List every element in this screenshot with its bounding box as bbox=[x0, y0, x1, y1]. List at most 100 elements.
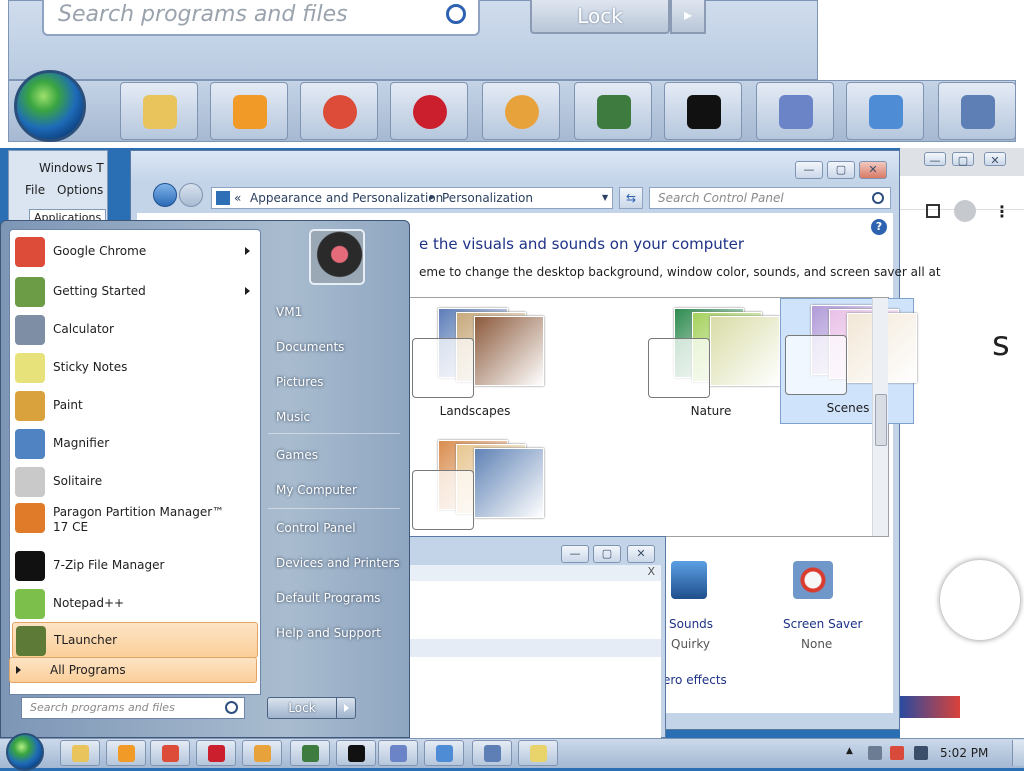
user-avatar[interactable] bbox=[309, 229, 365, 285]
program-item[interactable]: Paragon Partition Manager™ 17 CE bbox=[12, 500, 258, 536]
start-link-item[interactable]: Help and Support bbox=[268, 619, 404, 647]
start-link-item[interactable]: Music bbox=[268, 403, 404, 431]
taskbar-app-button[interactable] bbox=[196, 740, 236, 766]
taskbar-app-button[interactable] bbox=[150, 740, 190, 766]
aero-effects-link[interactable]: ero effects bbox=[663, 673, 727, 687]
scrollbar-thumb[interactable] bbox=[875, 394, 887, 446]
breadcrumb-personalization[interactable]: Personalization bbox=[442, 191, 533, 205]
paragon-icon bbox=[15, 503, 45, 533]
sounds-icon[interactable] bbox=[671, 561, 707, 599]
control-panel-search-input[interactable]: Search Control Panel bbox=[649, 187, 891, 209]
shutdown-options-button[interactable] bbox=[336, 697, 356, 719]
show-desktop-button[interactable] bbox=[1012, 740, 1024, 766]
program-item[interactable]: Google Chrome bbox=[12, 234, 258, 270]
control-panel-icon bbox=[436, 745, 453, 762]
program-list: Google Chrome Getting Started Calculator St… bbox=[9, 229, 261, 695]
start-search-input[interactable]: Search programs and files bbox=[21, 697, 245, 719]
chrome-menu-icon[interactable]: ⋮ bbox=[994, 202, 1010, 221]
chrome-sidepanel-icon[interactable] bbox=[926, 204, 940, 218]
program-item[interactable]: Getting Started bbox=[12, 274, 258, 310]
address-bar[interactable]: « Appearance and Personalization ▸ Perso… bbox=[211, 187, 613, 209]
menu-options[interactable]: Options bbox=[57, 183, 103, 197]
program-item[interactable]: Sticky Notes bbox=[12, 350, 258, 386]
start-link-label: Music bbox=[276, 410, 311, 424]
action-center-icon[interactable] bbox=[890, 746, 904, 760]
program-item[interactable]: TLauncher bbox=[12, 622, 258, 658]
theme-scenes[interactable]: Scenes bbox=[780, 298, 917, 424]
volume-icon[interactable] bbox=[914, 746, 928, 760]
help-icon[interactable]: ? bbox=[871, 219, 887, 235]
breadcrumb-appearance[interactable]: Appearance and Personalization bbox=[250, 191, 443, 205]
chrome-minimize-button[interactable]: — bbox=[924, 152, 946, 167]
start-link-item[interactable]: VM1 bbox=[268, 298, 404, 326]
start-link-item[interactable]: My Computer bbox=[268, 476, 404, 504]
chrome-window[interactable]: — ▢ ✕ ⋮ s bbox=[900, 148, 1024, 738]
program-item[interactable]: Paint bbox=[12, 388, 258, 424]
cp-close-button[interactable]: ✕ bbox=[859, 161, 887, 179]
menu-file[interactable]: File bbox=[25, 183, 45, 197]
theme-scrollbar[interactable] bbox=[872, 298, 888, 536]
start-link-item[interactable]: Documents bbox=[268, 333, 404, 361]
small-minimize-button[interactable]: — bbox=[561, 545, 589, 563]
media-player-icon bbox=[233, 95, 267, 129]
taskbar-app-button[interactable] bbox=[424, 740, 464, 766]
program-item[interactable]: Notepad++ bbox=[12, 586, 258, 622]
taskbar-app-button[interactable] bbox=[60, 740, 100, 766]
program-label: TLauncher bbox=[54, 633, 118, 647]
taskbar-app-button[interactable] bbox=[290, 740, 330, 766]
control-panel-icon bbox=[216, 191, 230, 205]
back-button[interactable] bbox=[153, 183, 177, 207]
search-icon[interactable] bbox=[225, 701, 238, 714]
refresh-icon[interactable]: ⇆ bbox=[619, 187, 643, 209]
show-hidden-icons-icon[interactable]: ▲ bbox=[846, 746, 853, 756]
small-maximize-button[interactable]: ▢ bbox=[593, 545, 621, 563]
task-manager-window[interactable]: Windows T File Options Applications bbox=[8, 150, 108, 230]
taskbar-app-button[interactable] bbox=[378, 740, 418, 766]
info-close-icon[interactable]: X bbox=[647, 565, 655, 578]
screen-saver-icon[interactable] bbox=[793, 561, 833, 599]
cp-search-placeholder: Search Control Panel bbox=[658, 191, 784, 205]
sounds-link[interactable]: Sounds bbox=[669, 617, 713, 631]
search-icon[interactable] bbox=[872, 192, 884, 204]
chevron-right-icon[interactable] bbox=[245, 287, 250, 295]
menu-separator bbox=[268, 508, 400, 509]
cp-minimize-button[interactable]: — bbox=[795, 161, 823, 179]
chevron-right-icon[interactable] bbox=[245, 247, 250, 255]
network-icon[interactable] bbox=[868, 746, 882, 760]
start-orb-button[interactable] bbox=[6, 733, 44, 771]
small-close-button[interactable]: ✕ bbox=[627, 545, 655, 563]
all-programs-button[interactable]: All Programs bbox=[9, 657, 257, 683]
cp-maximize-button[interactable]: ▢ bbox=[827, 161, 855, 179]
taskbar-clock[interactable]: 5:02 PM bbox=[940, 746, 988, 760]
chrome-close-button[interactable]: ✕ bbox=[984, 152, 1006, 167]
zoom-opera-button bbox=[390, 82, 468, 140]
program-item[interactable]: 7-Zip File Manager bbox=[12, 548, 258, 584]
taskbar-app-button[interactable] bbox=[106, 740, 146, 766]
start-link-item[interactable]: Games bbox=[268, 441, 404, 469]
theme-landscapes[interactable]: Landscapes bbox=[408, 302, 544, 428]
program-item[interactable]: Calculator bbox=[12, 312, 258, 348]
program-item[interactable]: Magnifier bbox=[12, 426, 258, 462]
start-link-item[interactable]: Control Panel bbox=[268, 514, 404, 542]
taskbar-app-button[interactable] bbox=[242, 740, 282, 766]
chrome-fab[interactable] bbox=[940, 560, 1020, 640]
taskbar-app-button[interactable] bbox=[336, 740, 376, 766]
zoom-search-placeholder: Search programs and files bbox=[58, 2, 348, 27]
forward-button[interactable] bbox=[179, 183, 203, 207]
lock-button[interactable]: Lock bbox=[267, 697, 337, 719]
breadcrumb-overflow[interactable]: « bbox=[234, 191, 241, 205]
breadcrumb-separator[interactable]: ▸ bbox=[430, 192, 435, 203]
secondary-window[interactable]: — ▢ ✕ X bbox=[400, 536, 666, 739]
start-link-item[interactable]: Pictures bbox=[268, 368, 404, 396]
chrome-maximize-button[interactable]: ▢ bbox=[952, 152, 974, 167]
program-item[interactable]: Solitaire bbox=[12, 464, 258, 500]
start-link-item[interactable]: Default Programs bbox=[268, 584, 404, 612]
theme-nature[interactable]: Nature bbox=[644, 302, 780, 428]
screen-saver-link[interactable]: Screen Saver bbox=[783, 617, 862, 631]
address-dropdown-icon[interactable]: ▼ bbox=[602, 193, 608, 202]
taskbar-app-button[interactable] bbox=[472, 740, 512, 766]
selected-row[interactable] bbox=[407, 639, 661, 657]
start-link-item[interactable]: Devices and Printers bbox=[268, 549, 404, 577]
chrome-profile-icon[interactable] bbox=[954, 200, 976, 222]
taskbar-app-button[interactable] bbox=[518, 740, 558, 766]
